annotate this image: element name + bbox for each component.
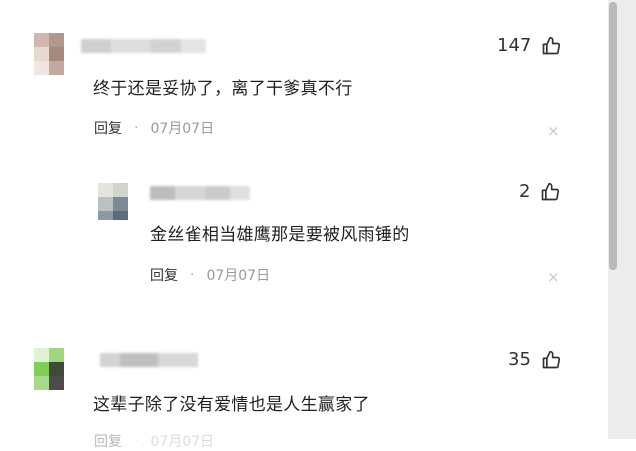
like-button[interactable]: 2 bbox=[519, 181, 560, 202]
comment-meta: 回复 · 07月07日 bbox=[94, 431, 214, 451]
thumbs-up-icon bbox=[541, 36, 561, 56]
comment-text: 终于还是妥协了，离了干爹真不行 bbox=[93, 79, 353, 99]
like-button[interactable]: 35 bbox=[508, 349, 561, 370]
comment-text: 这辈子除了没有爱情也是人生赢家了 bbox=[93, 395, 370, 415]
scrollbar-thumb[interactable] bbox=[609, 2, 617, 270]
like-count: 35 bbox=[508, 349, 531, 370]
like-count: 2 bbox=[519, 181, 531, 202]
comment-date: 07月07日 bbox=[150, 121, 215, 137]
comment-text: 金丝雀相当雄鹰那是要被风雨锤的 bbox=[150, 225, 410, 245]
reply-button[interactable]: 回复 bbox=[150, 265, 178, 285]
comment-meta: 回复 · 07月07日 bbox=[94, 118, 214, 138]
separator-dot: · bbox=[134, 120, 139, 136]
reply-button[interactable]: 回复 bbox=[94, 431, 122, 451]
separator-dot: · bbox=[190, 267, 195, 283]
comment-meta: 回复 · 07月07日 bbox=[150, 265, 270, 285]
comment-date: 07月07日 bbox=[206, 268, 271, 284]
comment-date: 07月07日 bbox=[150, 434, 215, 450]
close-icon[interactable]: × bbox=[547, 122, 560, 140]
avatar[interactable] bbox=[34, 348, 64, 390]
like-count: 147 bbox=[497, 35, 532, 56]
username-blurred[interactable] bbox=[150, 185, 250, 200]
thumbs-up-icon bbox=[540, 182, 560, 202]
scrollbar-track[interactable] bbox=[608, 0, 636, 439]
close-icon[interactable]: × bbox=[547, 268, 560, 286]
thumbs-up-icon bbox=[541, 350, 561, 370]
avatar[interactable] bbox=[98, 183, 128, 220]
avatar[interactable] bbox=[34, 33, 64, 75]
username-blurred[interactable] bbox=[100, 352, 198, 367]
reply-button[interactable]: 回复 bbox=[94, 118, 122, 138]
username-blurred[interactable] bbox=[81, 38, 206, 53]
like-button[interactable]: 147 bbox=[497, 35, 561, 56]
separator-dot: · bbox=[134, 433, 139, 449]
